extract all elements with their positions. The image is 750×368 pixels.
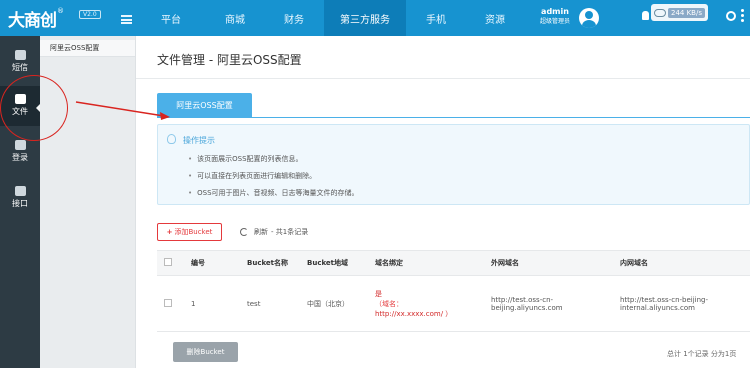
users-icon [14,140,26,150]
pagination-info: 总计 1个记录 分为1页 [667,350,737,358]
refresh-button[interactable]: 刷新 - 共1条记录 [240,227,308,237]
cell-id: 1 [191,275,247,332]
plus-icon: + [166,228,173,236]
logo-text: 大商创 [8,11,57,31]
col-header-bucket-region: Bucket地域 [307,250,375,276]
tips-list: 该页面展示OSS配置的列表信息。 可以直接在列表页面进行编辑和删除。 OSS可用… [188,154,359,205]
add-bucket-button[interactable]: + 添加Bucket [157,223,222,241]
avatar[interactable] [579,8,599,28]
logo[interactable]: 大商创 ® [8,6,64,31]
nav-third-party[interactable]: 第三方服务 [324,0,406,36]
bell-icon[interactable] [642,11,649,20]
tab-oss-config[interactable]: 阿里云OSS配置 [157,93,252,117]
table-row: 1 test 中国（北京） 是 （域名： http://xx.xxxx.com/… [157,275,750,332]
domain-bound-flag: 是 [375,289,382,298]
table-footer: 删除Bucket 总计 1个记录 分为1页 [157,342,750,362]
cloud-icon [654,8,666,17]
nav-resources[interactable]: 资源 [466,0,524,36]
network-speed-widget: 244 KB/s [651,4,708,21]
select-all-checkbox[interactable] [157,250,191,276]
refresh-icon [240,228,248,236]
tab-underline [157,117,750,118]
col-header-public-domain: 外网域名 [491,250,620,276]
cell-bucket-name: test [247,275,307,332]
user-info[interactable]: admin 超级管理员 [540,7,570,25]
divider [136,78,750,79]
nav-mobile[interactable]: 手机 [406,0,466,36]
sidebar-item-label: 接口 [12,199,28,208]
annotation-circle [0,75,68,141]
sms-icon [14,50,26,60]
top-bar: 大商创 ® V2.0 平台 商城 财务 第三方服务 手机 资源 admin 超级… [0,0,750,36]
refresh-label: 刷新 [254,228,268,236]
api-icon [14,186,26,196]
row-checkbox[interactable] [157,275,191,332]
lightbulb-icon [167,134,176,144]
tip-item: OSS可用于图片、音视频、日志等海量文件的存储。 [188,188,358,205]
sub-sidebar-item-oss[interactable]: 阿里云OSS配置 [40,40,135,57]
menu-toggle-icon[interactable] [121,15,132,24]
page-title: 文件管理 - 阿里云OSS配置 [157,53,302,67]
record-count: - 共1条记录 [271,228,309,236]
cell-bucket-region: 中国（北京） [307,275,375,332]
add-bucket-label: 添加Bucket [174,228,213,236]
nav-finance[interactable]: 财务 [264,0,324,36]
more-icon[interactable] [741,9,744,22]
tip-item: 该页面展示OSS配置的列表信息。 [188,154,359,171]
table-header-row: 编号 Bucket名称 Bucket地域 域名绑定 外网域名 内网域名 [157,250,750,276]
col-header-bucket-name: Bucket名称 [247,250,307,276]
cell-internal-domain: http://test.oss-cn-beijing-internal.aliy… [620,275,750,332]
cell-public-domain: http://test.oss-cn-beijing.aliyuncs.com [491,275,620,332]
sidebar-item-label: 短信 [12,63,28,72]
col-header-id: 编号 [191,250,247,276]
main-content: 文件管理 - 阿里云OSS配置 阿里云OSS配置 操作提示 该页面展示OSS配置… [136,36,750,368]
sidebar-item-sms[interactable]: 短信 [0,44,40,78]
version-badge: V2.0 [79,10,101,19]
toolbar: + 添加Bucket 刷新 - 共1条记录 [157,223,308,241]
user-role: 超级管理员 [540,18,571,25]
logo-registered-mark: ® [57,7,64,15]
user-name: admin [541,7,569,16]
col-header-internal-domain: 内网域名 [620,250,750,276]
col-header-domain-binding: 域名绑定 [375,250,491,276]
bucket-table: 编号 Bucket名称 Bucket地域 域名绑定 外网域名 内网域名 1 te… [157,250,750,332]
main-nav: 平台 商城 财务 第三方服务 手机 资源 [136,0,524,36]
gear-icon[interactable] [726,11,736,21]
domain-note: （域名： [375,299,403,308]
delete-bucket-button[interactable]: 删除Bucket [173,342,238,362]
nav-mall[interactable]: 商城 [206,0,264,36]
tips-panel: 操作提示 该页面展示OSS配置的列表信息。 可以直接在列表页面进行编辑和删除。 … [157,124,750,205]
nav-platform[interactable]: 平台 [136,0,206,36]
sidebar-item-login[interactable]: 登录 [0,136,40,170]
domain-link[interactable]: http://xx.xxxx.com/ ） [375,309,491,319]
cell-domain-binding: 是 （域名： http://xx.xxxx.com/ ） [375,275,491,332]
network-speed: 244 KB/s [668,7,705,18]
sidebar-item-api[interactable]: 接口 [0,182,40,216]
tips-title[interactable]: 操作提示 [183,135,215,146]
tip-item: 可以直接在列表页面进行编辑和删除。 [188,171,359,188]
sidebar-item-label: 登录 [12,153,28,162]
